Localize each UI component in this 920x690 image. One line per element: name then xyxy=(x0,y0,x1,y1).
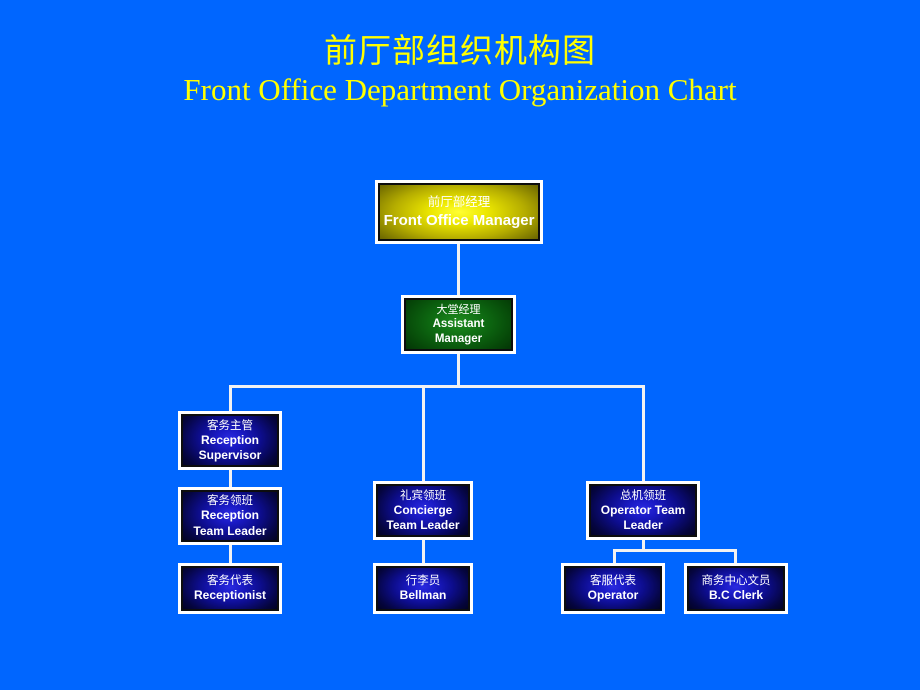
node-reception-team-leader-en: Reception Team Leader xyxy=(193,508,267,538)
node-assistant-manager-cn: 大堂经理 xyxy=(436,302,481,316)
node-operator[interactable]: 客服代表 Operator xyxy=(561,563,665,614)
node-bc-clerk-body: 商务中心文员 B.C Clerk xyxy=(687,566,785,611)
connector-bus-to-bc-clerk xyxy=(734,549,737,563)
node-assistant-manager-body: 大堂经理 Assistant Manager xyxy=(404,298,513,351)
node-operator-team-leader-en: Operator Team Leader xyxy=(600,502,686,533)
chart-title-chinese: 前厅部组织机构图 xyxy=(324,34,596,70)
connector-bus-to-operator-team-leader xyxy=(642,385,645,481)
node-assistant-manager-en: Assistant Manager xyxy=(432,318,485,345)
node-receptionist-cn: 客务代表 xyxy=(207,573,253,588)
node-receptionist-body: 客务代表 Receptionist xyxy=(181,566,279,611)
node-bc-clerk-cn: 商务中心文员 xyxy=(701,573,771,588)
node-front-office-manager-body: 前厅部经理 Front Office Manager xyxy=(378,183,540,241)
org-chart-slide: 前厅部组织机构图 Front Office Department Organiz… xyxy=(0,0,920,690)
node-reception-team-leader[interactable]: 客务领班 Reception Team Leader xyxy=(178,487,282,545)
node-operator-team-leader[interactable]: 总机领班 Operator Team Leader xyxy=(586,481,700,540)
connector-reception-supervisor-to-team-leader xyxy=(229,470,232,487)
node-reception-supervisor[interactable]: 客务主管 Reception Supervisor xyxy=(178,411,282,470)
node-reception-team-leader-body: 客务领班 Reception Team Leader xyxy=(181,490,279,542)
node-receptionist-en: Receptionist xyxy=(193,588,266,603)
node-assistant-manager[interactable]: 大堂经理 Assistant Manager xyxy=(401,295,516,354)
connector-bus-to-operator xyxy=(613,549,616,563)
node-operator-en: Operator xyxy=(587,588,639,603)
connector-level3-bus xyxy=(229,385,645,388)
chart-title-english: Front Office Department Organization Cha… xyxy=(183,72,737,107)
node-bellman-en: Bellman xyxy=(399,588,447,603)
node-reception-supervisor-cn: 客务主管 xyxy=(207,417,253,432)
node-reception-team-leader-cn: 客务领班 xyxy=(207,493,253,508)
node-operator-body: 客服代表 Operator xyxy=(564,566,662,611)
node-bc-clerk-en: B.C Clerk xyxy=(708,588,764,603)
connector-fom-to-am xyxy=(457,244,460,295)
node-concierge-team-leader[interactable]: 礼宾领班 Concierge Team Leader xyxy=(373,481,473,540)
connector-am-stub xyxy=(457,354,460,385)
connector-bus-to-reception-supervisor xyxy=(229,385,232,411)
node-operator-team-leader-body: 总机领班 Operator Team Leader xyxy=(589,484,697,537)
node-reception-supervisor-body: 客务主管 Reception Supervisor xyxy=(181,414,279,467)
node-operator-cn: 客服代表 xyxy=(590,573,636,588)
node-bellman[interactable]: 行李员 Bellman xyxy=(373,563,473,614)
node-front-office-manager[interactable]: 前厅部经理 Front Office Manager xyxy=(375,180,543,244)
node-bellman-body: 行李员 Bellman xyxy=(376,566,470,611)
node-operator-team-leader-cn: 总机领班 xyxy=(620,487,666,502)
node-front-office-manager-en: Front Office Manager xyxy=(383,211,535,229)
chart-title: 前厅部组织机构图 Front Office Department Organiz… xyxy=(0,34,920,107)
connector-bus-to-concierge-team-leader xyxy=(422,385,425,481)
node-concierge-team-leader-body: 礼宾领班 Concierge Team Leader xyxy=(376,484,470,537)
connector-concierge-to-bellman xyxy=(422,540,425,563)
node-bc-clerk[interactable]: 商务中心文员 B.C Clerk xyxy=(684,563,788,614)
connector-reception-team-leader-to-receptionist xyxy=(229,545,232,563)
node-concierge-team-leader-en: Concierge Team Leader xyxy=(386,502,460,533)
node-reception-supervisor-en: Reception Supervisor xyxy=(198,432,262,463)
connector-operator-team-leader-stub xyxy=(642,540,645,549)
node-front-office-manager-cn: 前厅部经理 xyxy=(427,194,491,210)
node-concierge-team-leader-cn: 礼宾领班 xyxy=(400,487,446,502)
node-bellman-cn: 行李员 xyxy=(405,573,441,588)
connector-operator-split-bus xyxy=(613,549,737,552)
node-receptionist[interactable]: 客务代表 Receptionist xyxy=(178,563,282,614)
